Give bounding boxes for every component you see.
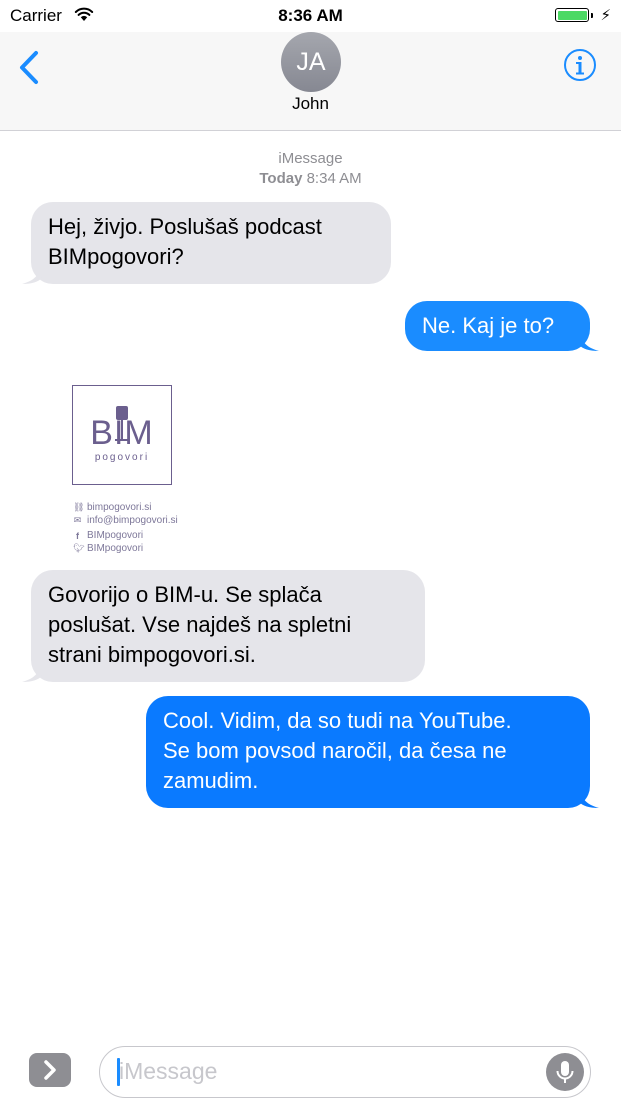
timestamp-day: Today xyxy=(259,170,303,187)
message-line: Govorijo o BIM-u. Se splača xyxy=(48,582,322,607)
message-placeholder: iMessage xyxy=(119,1058,218,1084)
image-attachment[interactable]: BIM pogovori ⛓ bimpogovori.si ✉ info@bim… xyxy=(60,378,220,563)
back-button[interactable] xyxy=(14,48,48,88)
contact-avatar[interactable]: JA xyxy=(281,32,341,92)
logo-subtitle: pogovori xyxy=(94,452,150,463)
bubble-tail xyxy=(579,788,599,808)
bubble-tail xyxy=(22,264,42,284)
battery-icon xyxy=(555,8,593,22)
microphone-icon xyxy=(556,1061,574,1083)
conversation-header: JA John xyxy=(0,32,621,131)
message-bubble-incoming[interactable]: Govorijo o BIM-u. Se splača poslušat. Vs… xyxy=(22,570,425,682)
clock: 8:36 AM xyxy=(278,6,343,25)
message-line: BIMpogovori? xyxy=(48,244,184,269)
message-bubble-outgoing[interactable]: Ne. Kaj je to? xyxy=(405,301,599,351)
contact-name[interactable]: John xyxy=(0,94,621,114)
link-icon: ⛓ xyxy=(73,502,85,512)
message-line: Se bom povsod naročil, da česa ne xyxy=(163,738,507,763)
thread-timestamp: Today 8:34 AM xyxy=(0,170,621,187)
message-line: zamudim. xyxy=(163,768,259,793)
message-bubble-incoming[interactable]: Hej, živjo. Poslušaš podcast BIMpogovori… xyxy=(22,202,391,284)
facebook-icon: f xyxy=(76,530,79,541)
chevron-right-icon xyxy=(44,1060,56,1080)
dictation-button[interactable] xyxy=(546,1053,584,1091)
mail-icon: ✉ xyxy=(73,515,82,525)
message-line: strani bimpogovori.si. xyxy=(48,642,256,667)
message-input[interactable]: iMessage xyxy=(99,1046,591,1098)
message-line: Hej, živjo. Poslušaš podcast xyxy=(48,214,322,239)
info-icon xyxy=(564,49,596,81)
message-line: Ne. Kaj je to? xyxy=(422,313,555,338)
message-bubble-outgoing[interactable]: Cool. Vidim, da so tudi na YouTube. Se b… xyxy=(146,696,599,808)
logo-text: BIM xyxy=(90,414,154,452)
timestamp-time: 8:34 AM xyxy=(306,170,362,187)
message-line: poslušat. Vse najdeš na spletni xyxy=(48,612,352,637)
contact-link: ⛓ bimpogovori.si xyxy=(73,502,152,513)
status-bar: Carrier 8:36 AM ⚡ xyxy=(0,0,621,32)
chevron-left-icon xyxy=(20,51,38,84)
info-button[interactable] xyxy=(563,48,597,82)
charging-icon: ⚡ xyxy=(600,7,611,24)
contact-twitter: 🐦︎ BIMpogovori xyxy=(73,543,144,554)
bubble-tail xyxy=(579,331,599,351)
service-label: iMessage xyxy=(278,150,343,167)
compose-bar: iMessage xyxy=(0,1036,621,1104)
contact-facebook: f BIMpogovori xyxy=(73,530,143,541)
contact-email: ✉ info@bimpogovori.si xyxy=(73,515,178,526)
apps-button[interactable] xyxy=(29,1053,71,1087)
bubble-tail xyxy=(22,662,42,682)
bimpogovori-logo: BIM pogovori xyxy=(72,385,172,485)
message-line: Cool. Vidim, da so tudi na YouTube. xyxy=(163,708,512,733)
twitter-icon: 🐦︎ xyxy=(73,543,85,553)
